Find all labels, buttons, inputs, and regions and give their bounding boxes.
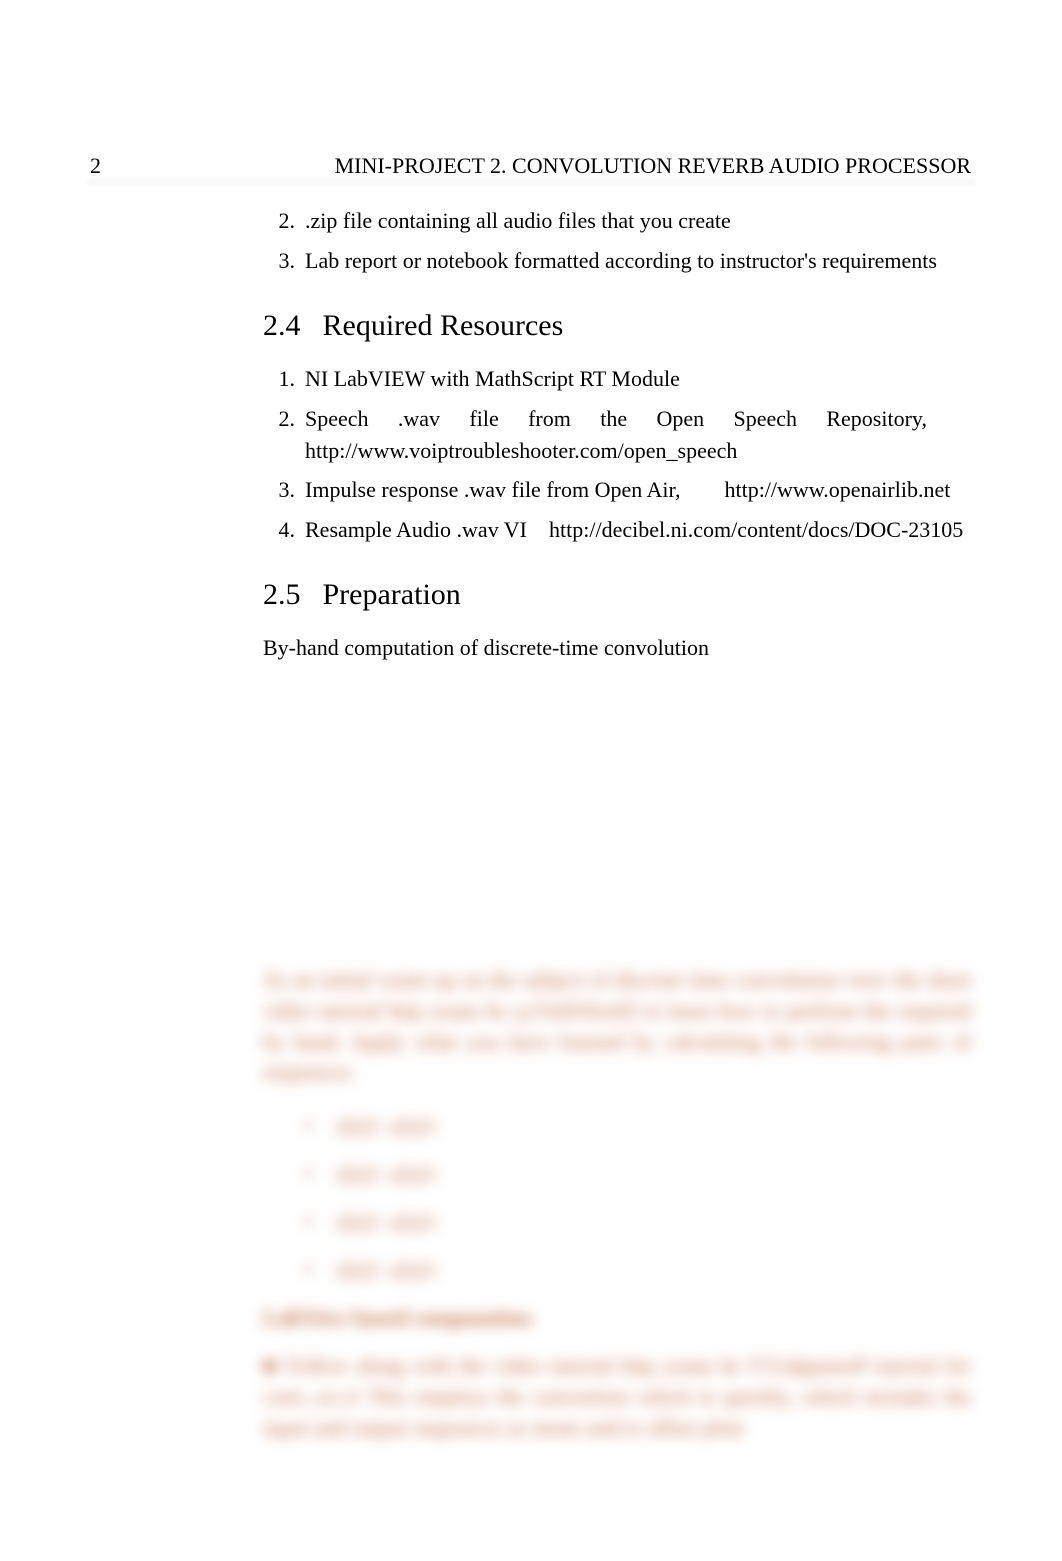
blurred-content: As an initial warm up on the subject of …: [263, 965, 971, 1464]
section-title: Preparation: [323, 578, 461, 611]
section-title: Required Resources: [323, 309, 564, 342]
list-text: Impulse response .wav file from Open Air…: [305, 474, 971, 506]
list-text: NI LabVIEW with MathScript RT Module: [305, 363, 971, 395]
resource-item: 3. Impulse response .wav file from Open …: [263, 474, 971, 506]
blurred-list: •x[n]= x[n]= •x[n]= x[n]= •x[n]= x[n]= •…: [263, 1113, 971, 1283]
resource-item: 4. Resample Audio .wav VI http://decibel…: [263, 514, 971, 546]
list-text: Speech .wav file from the Open Speech Re…: [305, 403, 971, 467]
section-heading-preparation: 2.5 Preparation: [263, 578, 971, 612]
section-heading-required-resources: 2.4 Required Resources: [263, 309, 971, 343]
page-number: 2: [90, 153, 101, 179]
blurred-list-item: •x[n]= x[n]=: [305, 1161, 971, 1187]
list-number: 1.: [263, 363, 295, 395]
blurred-paragraph: As an initial warm up on the subject of …: [263, 965, 971, 1088]
resource-item: 2. Speech .wav file from the Open Speech…: [263, 403, 971, 467]
section-number: 2.5: [263, 578, 301, 611]
running-header: MINI-PROJECT 2. CONVOLUTION REVERB AUDIO…: [335, 153, 971, 179]
list-number: 3.: [263, 245, 295, 277]
blurred-list-item: •x[n]= x[n]=: [305, 1113, 971, 1139]
list-number: 2.: [263, 205, 295, 237]
blurred-list-item: •x[n]= x[n]=: [305, 1257, 971, 1283]
blurred-paragraph: ■ Follow along with the video tutorial h…: [263, 1351, 971, 1443]
list-number: 4.: [263, 514, 295, 546]
list-number: 2.: [263, 403, 295, 467]
header-underline: [87, 180, 975, 187]
list-text: Lab report or notebook formatted accordi…: [305, 245, 971, 277]
blurred-list-item: •x[n]= x[n]=: [305, 1209, 971, 1235]
preparation-intro: By-hand computation of discrete-time con…: [263, 632, 971, 664]
page-content: 2. .zip file containing all audio files …: [263, 205, 971, 679]
section-number: 2.4: [263, 309, 301, 342]
list-text: Resample Audio .wav VI http://decibel.ni…: [305, 514, 971, 546]
list-number: 3.: [263, 474, 295, 506]
list-text: .zip file containing all audio files tha…: [305, 205, 971, 237]
deliverable-item: 3. Lab report or notebook formatted acco…: [263, 245, 971, 277]
deliverable-item: 2. .zip file containing all audio files …: [263, 205, 971, 237]
blurred-heading: LabView based computation: [263, 1305, 971, 1331]
resource-item: 1. NI LabVIEW with MathScript RT Module: [263, 363, 971, 395]
